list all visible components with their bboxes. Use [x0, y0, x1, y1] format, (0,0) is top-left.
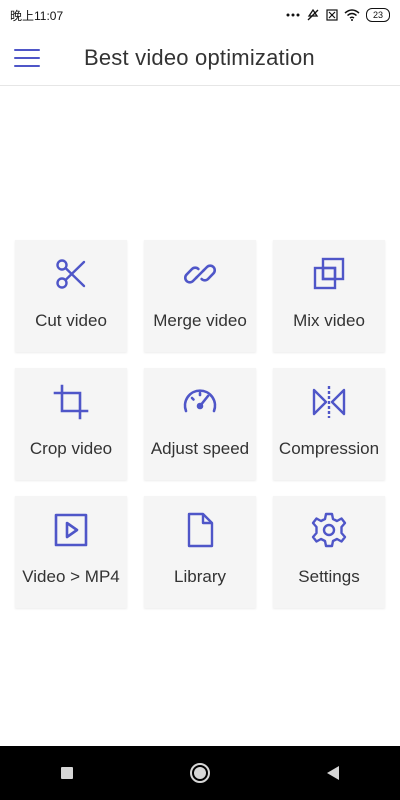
compress-icon	[311, 384, 347, 420]
tile-label: Compression	[278, 439, 380, 458]
recent-apps-icon[interactable]	[47, 753, 87, 793]
tile-label: Merge video	[153, 311, 247, 330]
tile-label: Mix video	[293, 311, 365, 330]
tile-label: Library	[174, 567, 226, 586]
crop-video-button[interactable]: Crop video	[15, 368, 127, 480]
crop-icon	[53, 384, 89, 420]
wifi-icon	[344, 9, 360, 21]
gear-icon	[311, 512, 347, 548]
settings-button[interactable]: Settings	[273, 496, 385, 608]
library-button[interactable]: Library	[144, 496, 256, 608]
page-title: Best video optimization	[84, 45, 315, 70]
link-icon	[182, 256, 218, 292]
status-icons: 23	[286, 8, 390, 22]
compression-button[interactable]: Compression	[273, 368, 385, 480]
app-bar: Best video optimization	[0, 30, 400, 86]
status-bar: 晚上11:07 23	[0, 0, 400, 30]
tile-label: Adjust speed	[150, 439, 250, 458]
tile-label: Settings	[298, 567, 360, 586]
speedometer-icon	[182, 384, 218, 420]
battery-indicator: 23	[366, 8, 390, 22]
system-nav-bar	[0, 746, 400, 800]
scissors-icon	[53, 256, 89, 292]
more-dots-icon	[286, 13, 300, 17]
file-icon	[182, 512, 218, 548]
tile-label: Video > MP4	[22, 567, 120, 586]
mix-video-button[interactable]: Mix video	[273, 240, 385, 352]
tile-label: Cut video	[35, 311, 107, 330]
adjust-speed-button[interactable]: Adjust speed	[144, 368, 256, 480]
layers-icon	[311, 256, 347, 292]
play-box-icon	[53, 512, 89, 548]
hamburger-menu-icon[interactable]	[14, 46, 40, 70]
alarm-off-icon	[306, 8, 320, 22]
cut-video-button[interactable]: Cut video	[15, 240, 127, 352]
tile-label: Crop video	[29, 439, 113, 458]
merge-video-button[interactable]: Merge video	[144, 240, 256, 352]
home-icon[interactable]	[180, 753, 220, 793]
video-to-mp4-button[interactable]: Video > MP4	[15, 496, 127, 608]
sim-icon	[326, 9, 338, 21]
back-icon[interactable]	[313, 753, 353, 793]
tools-grid: Cut video Merge video Mix video Crop vid…	[15, 240, 385, 608]
status-time: 晚上11:07	[10, 8, 64, 23]
